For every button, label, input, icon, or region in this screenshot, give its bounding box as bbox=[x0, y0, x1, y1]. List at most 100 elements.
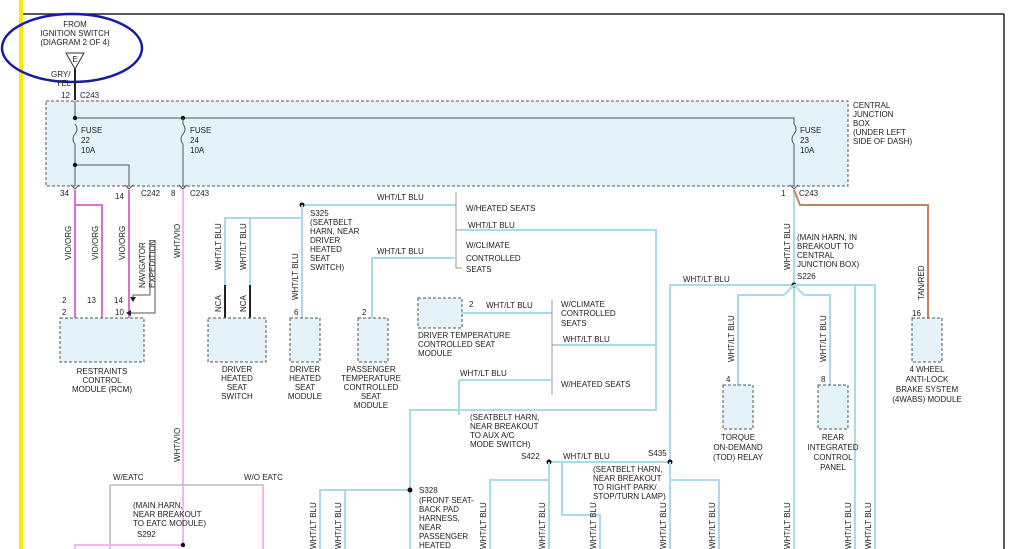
svg-text:CONTROLLED: CONTROLLED bbox=[561, 309, 616, 318]
svg-text:WHT/LT BLU: WHT/LT BLU bbox=[864, 502, 873, 549]
svg-text:WHT/LT BLU: WHT/LT BLU bbox=[563, 452, 610, 461]
rear-integrated-control-panel bbox=[817, 384, 849, 430]
svg-text:WHT/LT BLU: WHT/LT BLU bbox=[659, 502, 668, 549]
svg-text:NEAR: NEAR bbox=[419, 523, 441, 532]
out-pin-14: 14 bbox=[115, 192, 124, 201]
svg-text:S292: S292 bbox=[137, 530, 156, 539]
svg-text:SEAT: SEAT bbox=[227, 383, 247, 392]
svg-text:FUSE: FUSE bbox=[190, 126, 211, 135]
wiring-diagram: FROM IGNITION SWITCH (DIAGRAM 2 OF 4) E … bbox=[0, 0, 1005, 549]
svg-text:(MAIN HARN,: (MAIN HARN, bbox=[133, 501, 183, 510]
svg-text:WHT/LT BLU: WHT/LT BLU bbox=[538, 502, 547, 549]
svg-text:TEMPERATURE: TEMPERATURE bbox=[341, 374, 401, 383]
svg-text:23: 23 bbox=[800, 136, 809, 145]
svg-text:WHT/LT BLU: WHT/LT BLU bbox=[783, 502, 792, 549]
label-expedition: EXPEDITION bbox=[148, 239, 157, 288]
svg-text:10A: 10A bbox=[81, 146, 96, 155]
source-marker: E bbox=[72, 55, 77, 64]
svg-text:RESTRAINTS: RESTRAINTS bbox=[77, 367, 128, 376]
svg-text:W/CLIMATE: W/CLIMATE bbox=[466, 241, 510, 250]
svg-text:STOP/TURN LAMP): STOP/TURN LAMP) bbox=[593, 492, 666, 501]
svg-text:WHT/LT BLU: WHT/LT BLU bbox=[377, 193, 424, 202]
svg-text:2: 2 bbox=[362, 308, 367, 317]
svg-text:WHT/LT BLU: WHT/LT BLU bbox=[563, 335, 610, 344]
svg-text:2: 2 bbox=[62, 308, 67, 317]
ptcs-label: PASSENGER TEMPERATURE CONTROLLED SEAT MO… bbox=[341, 365, 401, 410]
splice-s226-label: (MAIN HARN, IN BREAKOUT TO CENTRAL JUNCT… bbox=[797, 233, 860, 281]
svg-text:CONTROLLED: CONTROLLED bbox=[344, 383, 399, 392]
ricp-label: REAR INTEGRATED CONTROL PANEL bbox=[808, 433, 859, 472]
wire-label-tan-red: TAN/RED bbox=[917, 265, 926, 300]
central-junction-box bbox=[45, 100, 849, 187]
svg-text:DRIVER: DRIVER bbox=[222, 365, 252, 374]
svg-text:S328: S328 bbox=[419, 486, 438, 495]
svg-text:WHT/LT BLU: WHT/LT BLU bbox=[377, 247, 424, 256]
wire-label-vio-org: VIO/ORG bbox=[91, 226, 100, 260]
svg-text:JUNCTION BOX): JUNCTION BOX) bbox=[797, 260, 860, 269]
svg-text:FUSE: FUSE bbox=[800, 126, 821, 135]
svg-text:SWITCH): SWITCH) bbox=[310, 263, 345, 272]
out-conn-c243: C243 bbox=[190, 189, 210, 198]
splice-s328-label: S328 (FRONT SEAT- BACK PAD HARNESS, NEAR… bbox=[419, 486, 474, 549]
dhs-switch-label: DRIVER HEATED SEAT SWITCH bbox=[221, 365, 253, 401]
svg-text:INTEGRATED: INTEGRATED bbox=[808, 443, 859, 452]
svg-text:WHT/LT BLU: WHT/LT BLU bbox=[309, 502, 318, 549]
svg-text:BRAKE SYSTEM: BRAKE SYSTEM bbox=[896, 385, 959, 394]
svg-text:MODULE: MODULE bbox=[418, 349, 452, 358]
svg-text:WHT/LT BLU: WHT/LT BLU bbox=[844, 502, 853, 549]
option-eatc: W/EATC bbox=[113, 473, 144, 482]
svg-text:WHT/LT BLU: WHT/LT BLU bbox=[334, 502, 343, 549]
arrow-icon bbox=[130, 297, 136, 302]
option-heated: W/HEATED SEATS bbox=[466, 204, 536, 213]
svg-text:BOX: BOX bbox=[853, 119, 871, 128]
svg-text:NEAR BREAKOUT: NEAR BREAKOUT bbox=[133, 510, 202, 519]
svg-text:8: 8 bbox=[821, 375, 826, 384]
svg-text:10: 10 bbox=[115, 308, 124, 317]
svg-text:HEATED: HEATED bbox=[289, 374, 321, 383]
splice-s325-label: S325 (SEATBELT HARN, NEAR DRIVER HEATED … bbox=[310, 209, 360, 272]
svg-text:JUNCTION: JUNCTION bbox=[853, 110, 894, 119]
out-conn-c243-b: C243 bbox=[799, 189, 819, 198]
wire-label-vio-org: VIO/ORG bbox=[64, 226, 73, 260]
out-pin-8: 8 bbox=[171, 189, 176, 198]
svg-text:MODULE: MODULE bbox=[354, 401, 388, 410]
svg-text:DRIVER TEMPERATURE: DRIVER TEMPERATURE bbox=[418, 331, 510, 340]
svg-text:MODE SWITCH): MODE SWITCH) bbox=[470, 440, 531, 449]
svg-text:10A: 10A bbox=[800, 146, 815, 155]
svg-text:WHT/LT BLU: WHT/LT BLU bbox=[291, 253, 300, 300]
driver-heated-seat-switch bbox=[207, 317, 267, 363]
svg-text:WHT/LT BLU: WHT/LT BLU bbox=[486, 301, 533, 310]
out-pin-1: 1 bbox=[781, 189, 786, 198]
svg-text:TORQUE: TORQUE bbox=[721, 433, 755, 442]
svg-text:WHT/LT BLU: WHT/LT BLU bbox=[239, 223, 248, 270]
svg-text:(UNDER LEFT: (UNDER LEFT bbox=[853, 128, 906, 137]
svg-text:CENTRAL: CENTRAL bbox=[853, 101, 891, 110]
tod-relay bbox=[722, 384, 754, 430]
svg-text:(SEATBELT: (SEATBELT bbox=[310, 218, 352, 227]
svg-text:S325: S325 bbox=[310, 209, 329, 218]
svg-text:HEATED: HEATED bbox=[221, 374, 253, 383]
svg-text:CONTROL: CONTROL bbox=[813, 453, 853, 462]
svg-text:CONTROLLED: CONTROLLED bbox=[466, 254, 521, 263]
svg-text:14: 14 bbox=[114, 296, 123, 305]
svg-text:SIDE OF DASH): SIDE OF DASH) bbox=[853, 137, 912, 146]
rcm-label: RESTRAINTS CONTROL MODULE (RCM) bbox=[72, 367, 132, 394]
svg-text:WHT/LT BLU: WHT/LT BLU bbox=[783, 223, 792, 270]
svg-text:(TOD) RELAY: (TOD) RELAY bbox=[713, 453, 764, 462]
svg-text:REAR: REAR bbox=[822, 433, 844, 442]
svg-text:(FRONT SEAT-: (FRONT SEAT- bbox=[419, 496, 474, 505]
wire-label-wht-vio: WHT/VIO bbox=[173, 224, 182, 258]
svg-text:TO RIGHT PARK/: TO RIGHT PARK/ bbox=[593, 483, 657, 492]
svg-text:13: 13 bbox=[87, 296, 96, 305]
svg-text:S226: S226 bbox=[797, 272, 816, 281]
source-line-2: IGNITION SWITCH bbox=[40, 29, 110, 38]
label-navigator: NAVIGATOR bbox=[138, 242, 147, 288]
svg-text:BACK PAD: BACK PAD bbox=[419, 505, 459, 514]
out-conn-c242: C242 bbox=[141, 189, 161, 198]
svg-text:PASSENGER: PASSENGER bbox=[346, 365, 395, 374]
svg-text:SEATS: SEATS bbox=[466, 265, 492, 274]
svg-text:NEAR BREAKOUT: NEAR BREAKOUT bbox=[470, 422, 539, 431]
svg-text:HEATED: HEATED bbox=[310, 245, 342, 254]
svg-text:DRIVER: DRIVER bbox=[290, 365, 320, 374]
wire-label-wht-vio: WHT/VIO bbox=[173, 428, 182, 462]
